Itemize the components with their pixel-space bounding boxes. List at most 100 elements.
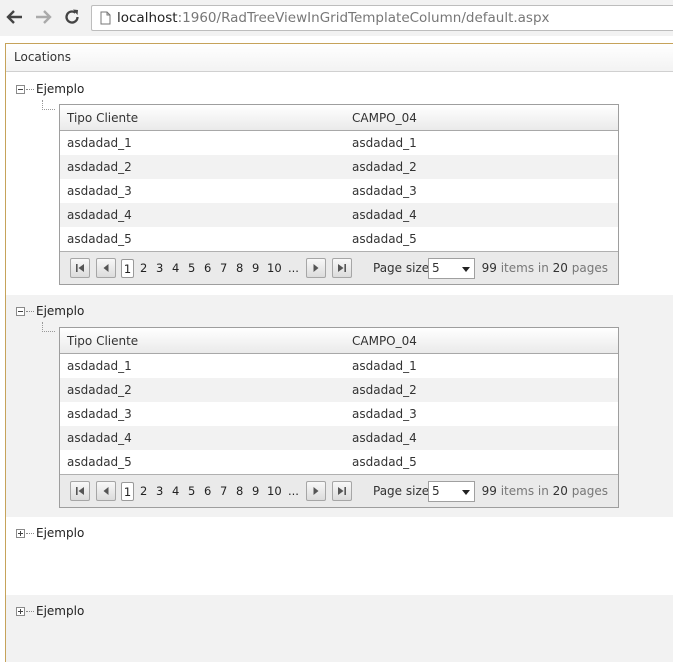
table-row[interactable]: asdadad_2 asdadad_2 [60, 155, 618, 179]
tree-node-2[interactable]: Ejemplo [16, 304, 84, 318]
items-count: 99 [481, 261, 497, 275]
tree-node-label[interactable]: Ejemplo [36, 526, 84, 540]
table-row[interactable]: asdadad_2 asdadad_2 [60, 378, 618, 402]
expand-toggle-icon[interactable] [16, 528, 25, 538]
tree-line [26, 88, 34, 90]
cell: asdadad_3 [67, 184, 132, 198]
table-row[interactable]: asdadad_3 asdadad_3 [60, 402, 618, 426]
prev-page-button[interactable] [96, 481, 116, 501]
page-number[interactable]: 4 [172, 482, 179, 501]
page-number[interactable]: 4 [172, 259, 179, 278]
tree-node-label[interactable]: Ejemplo [36, 82, 84, 96]
last-page-button[interactable] [332, 481, 352, 501]
tree-node-label[interactable]: Ejemplo [36, 604, 84, 618]
pager-info: 99 items in 20 pages [482, 261, 608, 275]
first-page-button[interactable] [70, 258, 90, 278]
address-bar[interactable]: localhost:1960/RadTreeViewInGridTemplate… [91, 5, 673, 31]
first-page-icon [76, 487, 84, 495]
reload-button[interactable] [61, 6, 83, 28]
page-number[interactable]: 3 [156, 259, 163, 278]
page-size-value: 5 [432, 261, 440, 275]
grid-row-2: Ejemplo Tipo Cliente CAMPO_04 asdadad_1 … [6, 295, 673, 517]
grid-header: Tipo Cliente CAMPO_04 [60, 105, 618, 131]
page-number[interactable]: 8 [236, 482, 243, 501]
back-button[interactable] [4, 6, 26, 28]
table-row[interactable]: asdadad_5 asdadad_5 [60, 227, 618, 251]
column-header-campo-04[interactable]: CAMPO_04 [346, 334, 618, 348]
page-number[interactable]: 6 [204, 482, 211, 501]
browser-toolbar: localhost:1960/RadTreeViewInGridTemplate… [0, 0, 673, 36]
first-page-button[interactable] [70, 481, 90, 501]
cell: asdadad_5 [352, 455, 417, 469]
locations-column-header[interactable]: Locations [6, 44, 673, 72]
pages-count: 20 [552, 484, 568, 498]
table-row[interactable]: asdadad_1 asdadad_1 [60, 354, 618, 378]
dropdown-arrow-icon [462, 490, 470, 495]
tree-line [26, 310, 34, 312]
last-page-icon [338, 487, 346, 495]
table-row[interactable]: asdadad_4 asdadad_4 [60, 426, 618, 450]
cell: asdadad_1 [67, 136, 132, 150]
grid-row-4: Ejemplo [6, 595, 673, 662]
expand-toggle-icon[interactable] [16, 606, 25, 616]
last-page-button[interactable] [332, 258, 352, 278]
page-number[interactable]: 8 [236, 259, 243, 278]
nested-grid-1: Tipo Cliente CAMPO_04 asdadad_1 asdadad_… [59, 104, 619, 285]
table-row[interactable]: asdadad_5 asdadad_5 [60, 450, 618, 474]
cell: asdadad_5 [67, 455, 132, 469]
pages-count: 20 [552, 261, 568, 275]
page-number[interactable]: 9 [252, 482, 259, 501]
page-size-select[interactable]: 5 [428, 258, 475, 279]
cell: asdadad_4 [352, 208, 417, 222]
collapse-toggle-icon[interactable] [16, 306, 25, 316]
page-number[interactable]: 2 [140, 482, 147, 501]
tree-node-label[interactable]: Ejemplo [36, 304, 84, 318]
column-header-campo-04[interactable]: CAMPO_04 [346, 111, 618, 125]
page-number[interactable]: 6 [204, 259, 211, 278]
page-number[interactable]: 10 [267, 259, 282, 278]
next-page-button[interactable] [306, 481, 326, 501]
cell: asdadad_2 [67, 160, 132, 174]
collapse-toggle-icon[interactable] [16, 84, 25, 94]
page-size-select[interactable]: 5 [428, 481, 475, 502]
page-number[interactable]: 5 [188, 259, 195, 278]
page-number[interactable]: 10 [267, 482, 282, 501]
cell: asdadad_3 [352, 407, 417, 421]
page-number[interactable]: 9 [252, 259, 259, 278]
next-page-button[interactable] [306, 258, 326, 278]
cell: asdadad_5 [67, 232, 132, 246]
page-size-label: Page size: [373, 484, 434, 498]
first-page-icon [76, 264, 84, 272]
page-number[interactable]: 2 [140, 259, 147, 278]
page-size-label: Page size: [373, 261, 434, 275]
dropdown-arrow-icon [462, 267, 470, 272]
page-number[interactable]: 5 [188, 482, 195, 501]
tree-line [26, 532, 34, 534]
tree-node-1[interactable]: Ejemplo [16, 82, 84, 96]
column-header-tipo-cliente[interactable]: Tipo Cliente [60, 334, 346, 348]
column-header-tipo-cliente[interactable]: Tipo Cliente [60, 111, 346, 125]
page-number-current[interactable]: 1 [121, 482, 134, 501]
back-arrow-icon [6, 10, 22, 24]
cell: asdadad_2 [352, 160, 417, 174]
page-number-current[interactable]: 1 [121, 259, 134, 278]
page-size-value: 5 [432, 484, 440, 498]
table-row[interactable]: asdadad_1 asdadad_1 [60, 131, 618, 155]
page-ellipsis[interactable]: ... [288, 482, 299, 501]
url-host: localhost [117, 10, 178, 26]
table-row[interactable]: asdadad_4 asdadad_4 [60, 203, 618, 227]
page-ellipsis[interactable]: ... [288, 259, 299, 278]
tree-connector [42, 100, 55, 110]
page-number[interactable]: 7 [220, 482, 227, 501]
items-text: items in [500, 484, 549, 498]
forward-button[interactable] [32, 6, 54, 28]
tree-node-4[interactable]: Ejemplo [16, 604, 84, 618]
page-number[interactable]: 3 [156, 482, 163, 501]
prev-page-icon [103, 487, 109, 495]
tree-node-3[interactable]: Ejemplo [16, 526, 84, 540]
locations-grid: Locations Ejemplo Tipo Cliente CAMPO_04 … [5, 43, 673, 662]
prev-page-button[interactable] [96, 258, 116, 278]
items-count: 99 [481, 484, 497, 498]
table-row[interactable]: asdadad_3 asdadad_3 [60, 179, 618, 203]
page-number[interactable]: 7 [220, 259, 227, 278]
